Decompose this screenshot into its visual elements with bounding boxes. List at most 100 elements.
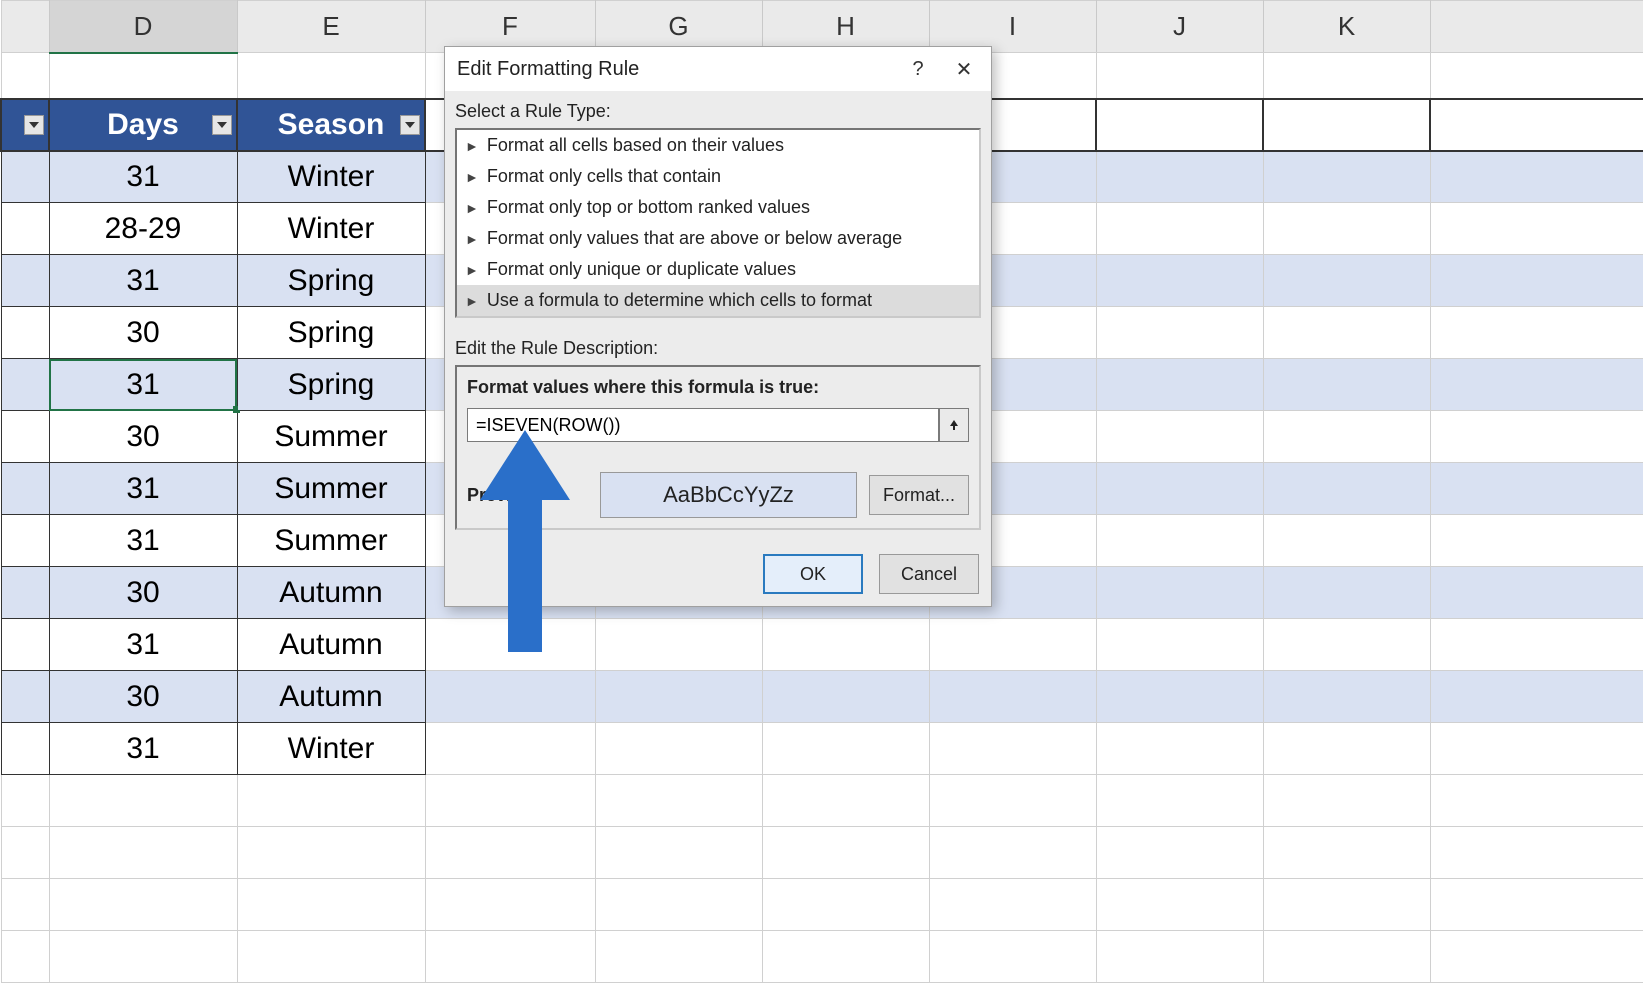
- cell-season[interactable]: Summer: [237, 463, 425, 515]
- empty-cell[interactable]: [762, 723, 929, 775]
- empty-cell[interactable]: [762, 619, 929, 671]
- cell-days[interactable]: 30: [49, 411, 237, 463]
- cell-season[interactable]: Spring: [237, 255, 425, 307]
- empty-cell[interactable]: [1263, 515, 1430, 567]
- table-header-season[interactable]: Season: [237, 99, 425, 151]
- rule-type-list[interactable]: ►Format all cells based on their values►…: [455, 128, 981, 318]
- empty-cell[interactable]: [1430, 567, 1643, 619]
- empty-cell[interactable]: [1263, 203, 1430, 255]
- rule-type-item[interactable]: ►Format only unique or duplicate values: [457, 254, 979, 285]
- ok-button[interactable]: OK: [763, 554, 863, 594]
- cell-days[interactable]: 30: [49, 307, 237, 359]
- rule-type-item[interactable]: ►Use a formula to determine which cells …: [457, 285, 979, 316]
- cell-days[interactable]: 31: [49, 359, 237, 411]
- cell-days[interactable]: 30: [49, 567, 237, 619]
- empty-cell[interactable]: [929, 619, 1096, 671]
- rule-type-item[interactable]: ►Format only values that are above or be…: [457, 223, 979, 254]
- row-stub[interactable]: [1, 307, 49, 359]
- empty-cell[interactable]: [595, 619, 762, 671]
- empty-cell[interactable]: [1263, 723, 1430, 775]
- cancel-button[interactable]: Cancel: [879, 554, 979, 594]
- empty-cell[interactable]: [1263, 567, 1430, 619]
- empty-cell[interactable]: [1430, 255, 1643, 307]
- cell-season[interactable]: Autumn: [237, 671, 425, 723]
- empty-cell[interactable]: [1096, 515, 1263, 567]
- col-header-i[interactable]: I: [929, 1, 1096, 53]
- cell-season[interactable]: Winter: [237, 151, 425, 203]
- empty-cell[interactable]: [1096, 307, 1263, 359]
- empty-cell[interactable]: [1096, 255, 1263, 307]
- format-button[interactable]: Format...: [869, 475, 969, 515]
- empty-cell[interactable]: [1263, 619, 1430, 671]
- empty-cell[interactable]: [1096, 567, 1263, 619]
- col-header-blank[interactable]: [1, 1, 49, 53]
- empty-cell[interactable]: [1096, 463, 1263, 515]
- col-header-extra[interactable]: [1430, 1, 1643, 53]
- col-header-g[interactable]: G: [595, 1, 762, 53]
- col-header-k[interactable]: K: [1263, 1, 1430, 53]
- empty-cell[interactable]: [1263, 671, 1430, 723]
- cell-days[interactable]: 31: [49, 515, 237, 567]
- dialog-titlebar[interactable]: Edit Formatting Rule ? ✕: [445, 47, 991, 91]
- row-stub[interactable]: [1, 515, 49, 567]
- cell-days[interactable]: 31: [49, 619, 237, 671]
- cell-season[interactable]: Winter: [237, 203, 425, 255]
- empty-cell[interactable]: [1263, 151, 1430, 203]
- row-stub[interactable]: [1, 671, 49, 723]
- row-stub[interactable]: [1, 567, 49, 619]
- empty-cell[interactable]: [1430, 515, 1643, 567]
- empty-cell[interactable]: [762, 671, 929, 723]
- empty-cell[interactable]: [1263, 359, 1430, 411]
- empty-cell[interactable]: [929, 723, 1096, 775]
- filter-button-icon[interactable]: [24, 115, 44, 135]
- row-stub[interactable]: [1, 619, 49, 671]
- dialog-help-button[interactable]: ?: [895, 47, 941, 91]
- rule-type-item[interactable]: ►Format only top or bottom ranked values: [457, 192, 979, 223]
- collapse-dialog-button[interactable]: [939, 408, 969, 442]
- cell-days[interactable]: 30: [49, 671, 237, 723]
- cell-days[interactable]: 31: [49, 463, 237, 515]
- cell-season[interactable]: Spring: [237, 359, 425, 411]
- empty-cell[interactable]: [1096, 619, 1263, 671]
- cell-days[interactable]: 31: [49, 255, 237, 307]
- filter-button-days-icon[interactable]: [212, 115, 232, 135]
- empty-cell[interactable]: [1430, 411, 1643, 463]
- row-stub[interactable]: [1, 463, 49, 515]
- col-header-f[interactable]: F: [425, 1, 595, 53]
- cell-season[interactable]: Autumn: [237, 567, 425, 619]
- empty-cell[interactable]: [1096, 411, 1263, 463]
- rule-type-item[interactable]: ►Format only cells that contain: [457, 161, 979, 192]
- empty-cell[interactable]: [425, 619, 595, 671]
- col-header-h[interactable]: H: [762, 1, 929, 53]
- empty-cell[interactable]: [1430, 307, 1643, 359]
- cell-season[interactable]: Autumn: [237, 619, 425, 671]
- col-header-d[interactable]: D: [49, 1, 237, 53]
- cell-season[interactable]: Spring: [237, 307, 425, 359]
- empty-cell[interactable]: [1096, 203, 1263, 255]
- empty-cell[interactable]: [1096, 723, 1263, 775]
- cell-days[interactable]: 28-29: [49, 203, 237, 255]
- dialog-close-button[interactable]: ✕: [941, 47, 987, 91]
- empty-cell[interactable]: [1430, 463, 1643, 515]
- empty-cell[interactable]: [425, 723, 595, 775]
- cell-season[interactable]: Summer: [237, 411, 425, 463]
- empty-cell[interactable]: [1096, 671, 1263, 723]
- row-stub[interactable]: [1, 359, 49, 411]
- row-stub[interactable]: [1, 411, 49, 463]
- empty-cell[interactable]: [595, 671, 762, 723]
- empty-cell[interactable]: [1430, 151, 1643, 203]
- cell-days[interactable]: 31: [49, 151, 237, 203]
- cell-season[interactable]: Winter: [237, 723, 425, 775]
- empty-cell[interactable]: [1263, 463, 1430, 515]
- empty-cell[interactable]: [1430, 619, 1643, 671]
- empty-cell[interactable]: [1096, 359, 1263, 411]
- table-header-days[interactable]: Days: [49, 99, 237, 151]
- filter-button-season-icon[interactable]: [400, 115, 420, 135]
- col-header-j[interactable]: J: [1096, 1, 1263, 53]
- row-stub[interactable]: [1, 255, 49, 307]
- empty-cell[interactable]: [1430, 203, 1643, 255]
- empty-cell[interactable]: [1430, 671, 1643, 723]
- empty-cell[interactable]: [1263, 307, 1430, 359]
- empty-cell[interactable]: [929, 671, 1096, 723]
- cell-days[interactable]: 31: [49, 723, 237, 775]
